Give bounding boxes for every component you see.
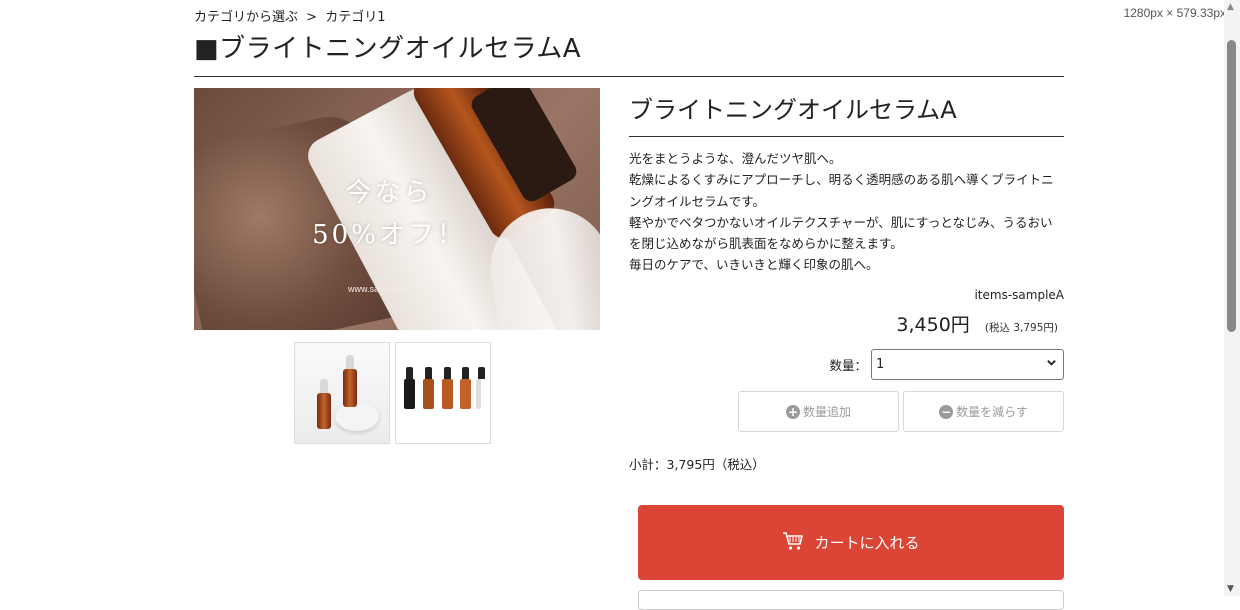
product-description: 光をまとうような、澄んだツヤ肌へ。 乾燥によるくすみにアプローチし、明るく透明感… — [629, 148, 1059, 276]
quantity-label: 数量： — [829, 358, 867, 373]
secondary-button[interactable] — [638, 590, 1064, 610]
promo-line-1: 今なら — [345, 178, 433, 208]
amber-bottle-graphic — [460, 367, 471, 409]
increase-quantity-button[interactable]: + 数量追加 — [738, 391, 899, 432]
chevron-down-icon — [1046, 357, 1057, 371]
amber-bottle-graphic — [423, 367, 434, 409]
price-row: 3,450円 (税込 3,795円) — [896, 310, 1058, 337]
description-line: 毎日のケアで、いきいきと輝く印象の肌へ。 — [629, 257, 879, 273]
decrease-quantity-label: 数量を減らす — [956, 405, 1028, 419]
promo-url: www.sampleshop.co.jp — [348, 284, 440, 294]
description-line: 軽やかでベタつかないオイルテクスチャーが、肌にすっとなじみ、うるおいを閉じ込めな… — [629, 214, 1053, 252]
item-code: items-sampleA — [974, 288, 1064, 302]
add-to-cart-label: カートに入れる — [814, 534, 920, 552]
breadcrumb-category-1[interactable]: カテゴリ1 — [325, 10, 385, 25]
page-scrollbar[interactable]: ▲ ▼ — [1224, 0, 1240, 596]
viewport-size-label: 1280px × 579.33px — [1123, 6, 1226, 20]
dropper-graphic — [476, 367, 485, 409]
cart-icon — [782, 531, 804, 555]
thumbnail-list — [294, 342, 491, 444]
pedestal-graphic — [335, 401, 379, 431]
breadcrumb: カテゴリから選ぶ > カテゴリ1 — [194, 6, 389, 25]
title-divider — [194, 76, 1064, 77]
scrollbar-thumb[interactable] — [1227, 40, 1236, 332]
plus-circle-icon: + — [785, 404, 800, 419]
product-name: ブライトニングオイルセラムA — [629, 96, 957, 124]
main-product-image[interactable]: 今なら 50%オフ！ www.sampleshop.co.jp — [194, 88, 600, 330]
small-bottle-graphic — [343, 355, 357, 407]
small-bottle-graphic — [317, 379, 331, 429]
promo-line-2: 50%オフ！ — [312, 220, 466, 250]
thumbnail-1[interactable] — [294, 342, 390, 444]
minus-circle-icon: − — [939, 404, 954, 419]
quantity-selected-value: 1 — [876, 357, 885, 372]
tax-included-price: (税込 3,795円) — [984, 322, 1058, 334]
description-line: 光をまとうような、澄んだツヤ肌へ。 — [629, 151, 842, 166]
amber-bottle-graphic — [442, 367, 453, 409]
price: 3,450円 — [896, 314, 970, 336]
description-line: 乾燥によるくすみにアプローチし、明るく透明感のある肌へ導くブライトニングオイルセ… — [629, 172, 1054, 209]
increase-quantity-label: 数量追加 — [802, 405, 851, 419]
promo-text: 今なら 50%オフ！ — [304, 172, 474, 256]
quantity-select[interactable]: 1 — [871, 349, 1064, 380]
product-name-divider — [629, 136, 1064, 137]
breadcrumb-separator: > — [306, 10, 318, 25]
subtotal: 小計：3,795円（税込） — [629, 457, 765, 472]
decrease-quantity-button[interactable]: − 数量を減らす — [903, 391, 1064, 432]
breadcrumb-category-root[interactable]: カテゴリから選ぶ — [194, 10, 298, 25]
scroll-up-icon[interactable]: ▲ — [1227, 2, 1234, 12]
quantity-buttons: + 数量追加 − 数量を減らす — [738, 391, 1064, 432]
quantity-row: 数量： 1 — [829, 349, 1064, 380]
page-title: ■ブライトニングオイルセラムA — [194, 34, 582, 64]
dark-bottle-graphic — [404, 367, 415, 409]
scroll-down-icon[interactable]: ▼ — [1227, 584, 1234, 594]
add-to-cart-button[interactable]: カートに入れる — [638, 505, 1064, 580]
thumbnail-2[interactable] — [395, 342, 491, 444]
